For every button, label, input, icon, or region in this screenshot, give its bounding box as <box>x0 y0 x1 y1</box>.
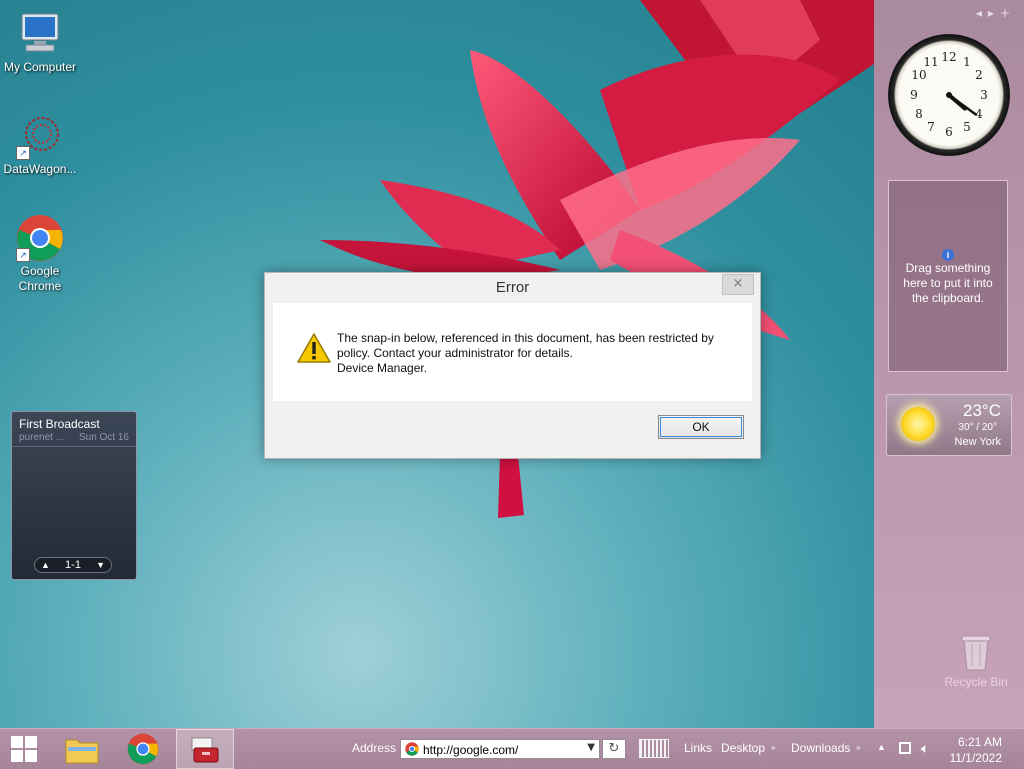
toolbar-chevron-icon[interactable]: » <box>856 743 860 752</box>
svg-text:2: 2 <box>975 68 983 82</box>
pager-count: 1-1 <box>65 559 81 571</box>
weather-gadget[interactable]: 23°C 30° / 20° New York <box>886 394 1012 456</box>
windows-logo-icon <box>11 736 37 762</box>
toolbar-downloads[interactable]: Downloads <box>791 741 850 755</box>
svg-text:11: 11 <box>923 55 938 69</box>
clock-date: 11/1/2022 <box>949 751 1003 765</box>
taskbar-toolbox-app[interactable] <box>176 729 234 769</box>
computer-icon <box>16 10 64 58</box>
desktop-icon-datawagon[interactable]: ↗ DataWagon... <box>0 112 80 176</box>
clock-gadget[interactable]: 12 1 2 345 678 9 10 11 <box>888 34 1010 156</box>
folder-icon <box>65 739 99 764</box>
sidebar-prev-icon[interactable]: ◂ <box>976 6 988 20</box>
pager-down-icon[interactable]: ▼ <box>96 560 105 570</box>
shortcut-arrow-icon: ↗ <box>16 146 30 160</box>
svg-text:9: 9 <box>910 88 918 102</box>
taskbar: Address http://google.com/ ▼ ↻ Links Des… <box>0 728 1024 769</box>
weather-city: New York <box>954 436 1001 448</box>
svg-text:1: 1 <box>963 55 971 69</box>
taskbar-chrome[interactable] <box>118 729 168 769</box>
toolbox-icon <box>191 737 219 763</box>
clock-time: 6:21 AM <box>957 735 1002 749</box>
dialog-message: The snap-in below, referenced in this do… <box>337 331 732 376</box>
broadcast-date: Sun Oct 16 <box>78 432 129 443</box>
sidebar-next-icon[interactable]: ▸ <box>988 6 1000 20</box>
keyboard-icon[interactable] <box>639 739 669 758</box>
broadcast-pager: ▲ 1-1 ▼ <box>34 557 112 573</box>
toolbar-desktop[interactable]: Desktop <box>721 741 765 755</box>
desktop-icon-label: My Computer <box>3 60 77 74</box>
message-line: The snap-in below, referenced in this do… <box>337 331 714 345</box>
dialog-title: Error <box>495 279 530 296</box>
recycle-bin-icon <box>961 635 991 671</box>
ok-button[interactable]: OK <box>658 415 744 439</box>
address-label: Address <box>352 741 397 755</box>
broadcast-meta: purenet ... Sun Oct 16 <box>12 431 136 447</box>
svg-text:6: 6 <box>945 125 953 139</box>
svg-text:10: 10 <box>911 68 926 82</box>
taskbar-file-explorer[interactable] <box>58 729 106 769</box>
weather-temp: 23°C <box>963 401 1001 420</box>
dialog-body: The snap-in below, referenced in this do… <box>273 303 752 401</box>
weather-range: 30° / 20° <box>958 422 997 433</box>
address-input[interactable]: http://google.com/ <box>423 743 518 757</box>
desktop-icon-google-chrome[interactable]: ↗ Google Chrome <box>0 214 80 294</box>
recycle-bin-label: Recycle Bin <box>944 675 1008 689</box>
chrome-icon <box>405 742 419 756</box>
shortcut-arrow-icon: ↗ <box>16 248 30 262</box>
chrome-icon: ↗ <box>16 214 64 262</box>
desktop-icon-label: Google Chrome <box>18 264 62 293</box>
address-bar[interactable]: http://google.com/ ▼ <box>400 739 600 759</box>
refresh-button[interactable]: ↻ <box>602 739 626 759</box>
sidebar-controls: ◂▸+ <box>976 6 1016 20</box>
message-line: policy. Contact your administrator for d… <box>337 346 573 360</box>
volume-icon[interactable]: 🔈︎ <box>921 740 929 757</box>
message-line: Device Manager. <box>337 361 428 375</box>
clock-face: 12 12 345 678 91011 <box>910 50 988 139</box>
warning-icon <box>297 333 331 363</box>
gadget-sidebar: ◂▸+ 12 1 2 345 678 9 10 11 i Drag something … <box>874 0 1024 728</box>
svg-text:7: 7 <box>927 120 935 134</box>
desktop-icon-recycle-bin[interactable]: Recycle Bin <box>936 632 1016 689</box>
svg-text:3: 3 <box>980 88 988 102</box>
desktop-icon-label: DataWagon... <box>3 162 77 176</box>
start-button[interactable] <box>0 729 48 769</box>
clipboard-hint: Drag something here to put it into the c… <box>903 261 993 305</box>
broadcast-title: First Broadcast <box>19 417 100 431</box>
toolbar-chevron-icon[interactable]: » <box>771 743 775 752</box>
toolbar-links[interactable]: Links <box>684 741 712 755</box>
info-icon: i <box>942 249 954 261</box>
svg-text:8: 8 <box>915 107 923 121</box>
error-dialog: Error × The snap-in below, referenced in… <box>264 272 761 459</box>
clipboard-gadget[interactable]: i Drag something here to put it into the… <box>888 180 1008 372</box>
sidebar-add-icon[interactable]: + <box>1000 6 1016 20</box>
pager-up-icon[interactable]: ▲ <box>41 560 50 570</box>
datawagon-icon: ↗ <box>16 112 64 160</box>
close-button[interactable]: × <box>722 274 754 295</box>
desktop-icon-my-computer[interactable]: My Computer <box>0 10 80 74</box>
show-hidden-icons-icon[interactable]: ▲ <box>877 742 886 752</box>
broadcast-gadget[interactable]: First Broadcast purenet ... Sun Oct 16 ▲… <box>11 411 137 580</box>
svg-text:12: 12 <box>941 50 956 64</box>
svg-text:5: 5 <box>963 120 971 134</box>
sun-icon <box>901 407 935 441</box>
system-clock[interactable]: 6:21 AM 11/1/2022 <box>950 734 1003 766</box>
broadcast-source: purenet ... <box>19 432 65 443</box>
chrome-icon <box>127 733 159 765</box>
network-icon[interactable] <box>899 742 911 754</box>
chevron-down-icon[interactable]: ▼ <box>587 742 595 753</box>
